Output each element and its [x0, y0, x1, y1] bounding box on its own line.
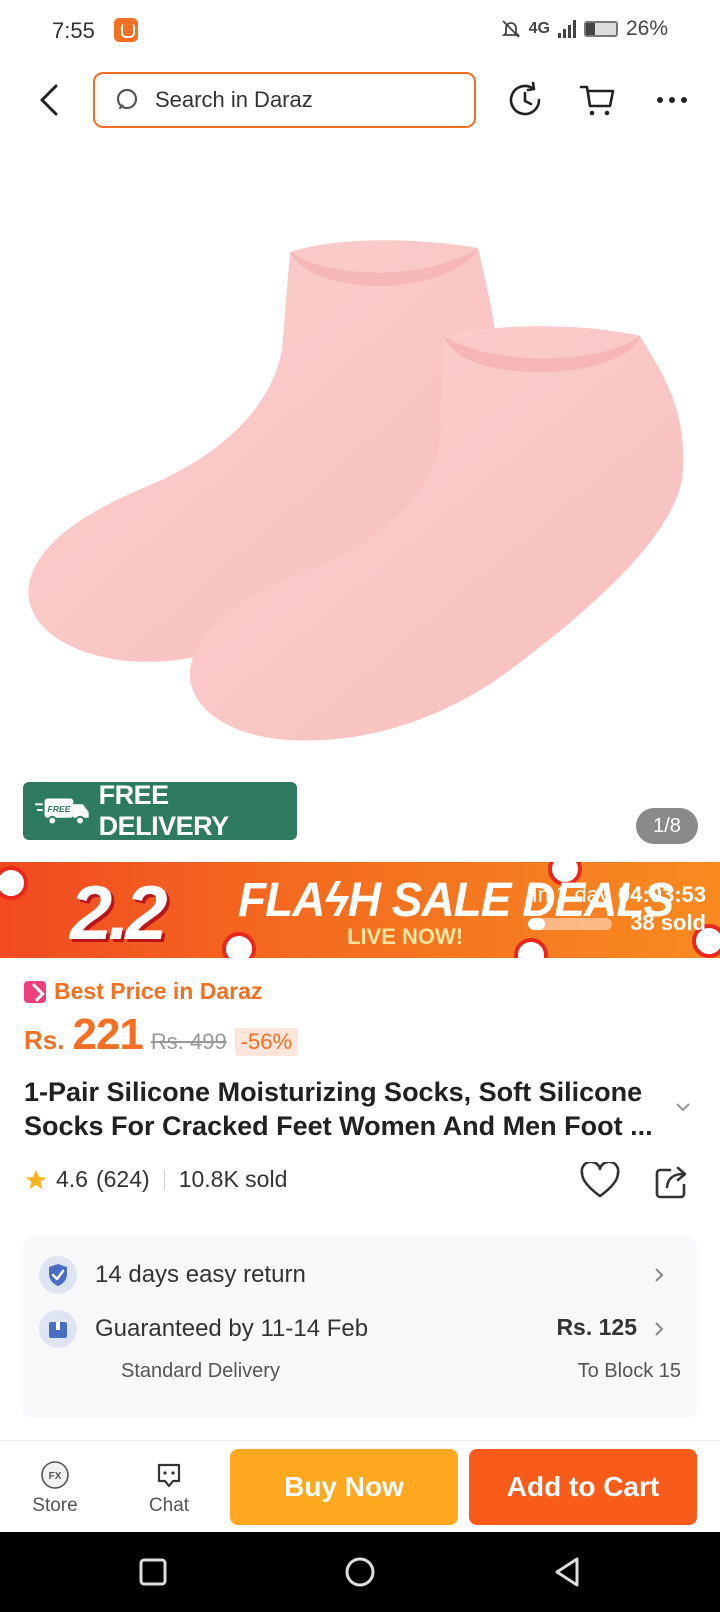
search-input[interactable]: Search in Daraz: [93, 72, 476, 128]
best-price-label: Best Price in Daraz: [54, 978, 263, 1004]
discount-badge: -56%: [234, 1028, 299, 1056]
flash-progress-bar: [528, 918, 612, 930]
return-policy-label: 14 days easy return: [95, 1261, 306, 1288]
flash-sale-banner[interactable]: 2.2 FLAϟH SALE DEALS LIVE NOW! In 1 day …: [0, 862, 720, 958]
current-price: 221: [72, 1010, 143, 1059]
heart-icon[interactable]: [580, 1162, 620, 1200]
delivery-location: To Block 15: [577, 1360, 681, 1382]
status-indicators: 4G 26%: [501, 17, 668, 41]
divider: [163, 1169, 165, 1190]
image-counter: 1/8: [636, 808, 698, 844]
more-options-icon[interactable]: [652, 80, 692, 120]
chat-button[interactable]: Chat: [124, 1459, 214, 1517]
home-icon[interactable]: [340, 1552, 380, 1592]
share-icon[interactable]: [654, 1164, 690, 1200]
original-price: Rs. 499: [150, 1029, 227, 1054]
alarm-clock-decoration: [0, 866, 28, 900]
status-bar: 7:55 4G 26%: [0, 0, 720, 60]
countdown-label: In 1 day: [531, 882, 610, 907]
easy-return-row[interactable]: 14 days easy return: [39, 1256, 681, 1294]
delivery-truck-icon: FREE: [35, 798, 89, 826]
store-icon: FX: [41, 1461, 69, 1489]
product-title[interactable]: 1-Pair Silicone Moisturizing Socks, Soft…: [24, 1075, 660, 1143]
chevron-down-icon[interactable]: [674, 1098, 692, 1116]
battery-percent: 26%: [625, 17, 668, 40]
network-type: 4G: [528, 20, 550, 37]
chat-label: Chat: [148, 1495, 190, 1516]
free-delivery-label: FREE DELIVERY: [98, 780, 230, 841]
service-info-card: 14 days easy return Guaranteed by 11-14 …: [23, 1236, 697, 1418]
delivery-type: Standard Delivery: [121, 1360, 280, 1382]
flash-sold-count: 38 sold: [630, 910, 706, 935]
free-delivery-badge: FREE FREE DELIVERY: [23, 780, 297, 841]
svg-text:FX: FX: [49, 1471, 62, 1482]
alarm-clock-decoration: [514, 938, 548, 958]
price-currency: Rs.: [24, 1025, 65, 1055]
chevron-right-icon: [655, 1268, 664, 1282]
price-tag-icon: [24, 980, 46, 1003]
daraz-notification-icon: [114, 18, 138, 42]
battery-icon: [583, 21, 618, 37]
cart-icon[interactable]: [578, 80, 618, 120]
history-icon[interactable]: [505, 80, 545, 120]
top-header: Search in Daraz: [0, 60, 720, 140]
bottom-action-bar: FX Store Chat Buy Now Add to Cart: [0, 1440, 720, 1532]
store-label: Store: [32, 1495, 78, 1516]
chevron-right-icon: [655, 1322, 664, 1336]
campaign-logo: 2.2: [70, 871, 168, 956]
delivery-box-icon: [39, 1310, 77, 1348]
back-nav-icon[interactable]: [547, 1552, 587, 1592]
countdown-time: 04:03:53: [617, 882, 706, 907]
store-button[interactable]: FX Store: [10, 1459, 100, 1517]
add-to-cart-button[interactable]: Add to Cart: [469, 1449, 697, 1525]
product-image-gallery[interactable]: [0, 140, 720, 862]
flash-countdown: In 1 day 04:03:53: [532, 882, 706, 908]
price-row: Rs. 221 Rs. 499 -56%: [24, 1010, 299, 1060]
buy-now-button[interactable]: Buy Now: [230, 1449, 458, 1525]
delivery-fee: Rs. 125: [556, 1314, 637, 1340]
flash-sale-subtitle: LIVE NOW!: [347, 924, 464, 949]
system-navigation-bar: [0, 1532, 720, 1612]
search-icon: [116, 88, 138, 110]
search-placeholder: Search in Daraz: [155, 87, 313, 112]
alarm-clock-decoration: [222, 932, 256, 958]
chat-icon: [157, 1463, 181, 1488]
delivery-guarantee-label: Guaranteed by 11-14 Feb: [95, 1315, 369, 1342]
sold-count: 10.8K sold: [178, 1166, 288, 1192]
signal-icon: [557, 20, 576, 38]
recent-apps-icon[interactable]: [133, 1552, 173, 1592]
star-icon: [26, 1169, 46, 1189]
status-time: 7:55: [52, 18, 95, 43]
truck-free-text: FREE: [47, 804, 70, 814]
rating-value: 4.6: [56, 1166, 88, 1192]
best-price-badge: Best Price in Daraz: [24, 978, 262, 1005]
mute-notification-icon: [501, 20, 520, 38]
shield-icon: [39, 1256, 77, 1294]
delivery-row[interactable]: Guaranteed by 11-14 Feb Rs. 125: [39, 1292, 681, 1366]
rating-row[interactable]: 4.6 (624) 10.8K sold: [24, 1166, 287, 1193]
product-photo-socks: [28, 240, 684, 741]
review-count: (624): [95, 1166, 150, 1192]
back-arrow-icon[interactable]: [32, 80, 68, 120]
